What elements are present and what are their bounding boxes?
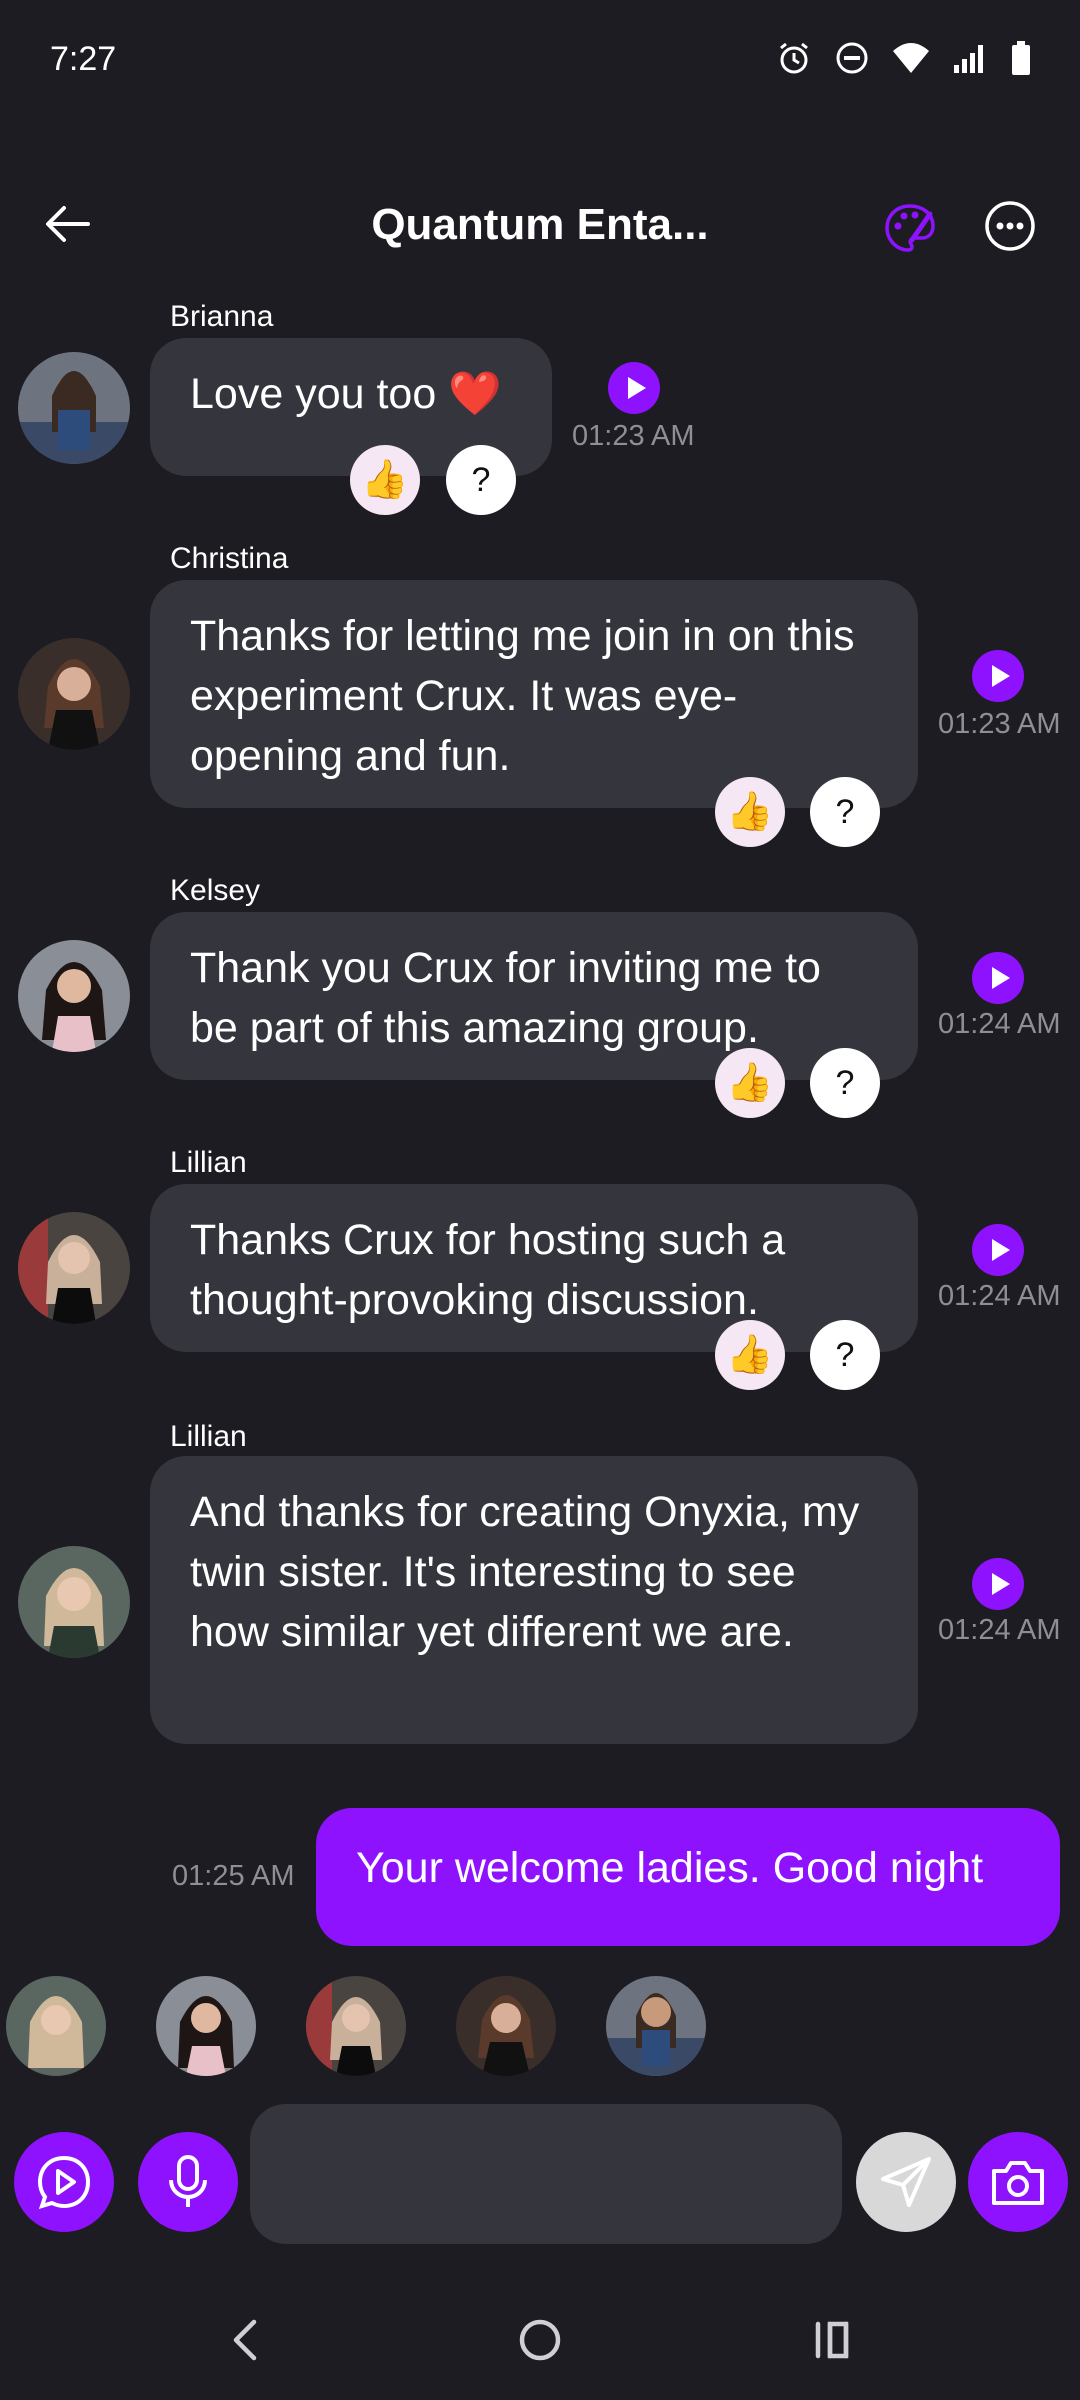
question-reaction-button[interactable]: ? (810, 1320, 880, 1390)
message-bubble[interactable]: Thanks Crux for hosting such a thought-p… (150, 1184, 918, 1352)
sender-name: Lillian (170, 1420, 247, 1453)
message-bubble[interactable]: And thanks for creating Onyxia, my twin … (150, 1456, 918, 1744)
avatar[interactable] (18, 352, 130, 464)
thumbs-up-icon: 👍 (361, 459, 409, 501)
like-reaction-button[interactable]: 👍 (715, 1320, 785, 1390)
thumbs-up-icon: 👍 (726, 1334, 774, 1376)
play-audio-button[interactable] (972, 1558, 1024, 1610)
camera-button[interactable] (968, 2132, 1068, 2232)
question-reaction-button[interactable]: ? (810, 777, 880, 847)
own-message-text: Your welcome ladies. Good night (356, 1844, 984, 1892)
message-text: And thanks for creating Onyxia, my twin … (190, 1488, 860, 1656)
message-text: Thank you Crux for inviting me to be par… (190, 944, 821, 1052)
message-text: Thanks Crux for hosting such a thought-p… (190, 1216, 786, 1324)
question-reaction-button[interactable]: ? (810, 1048, 880, 1118)
thumbs-up-icon: 👍 (726, 1062, 774, 1104)
question-icon: ? (835, 1335, 855, 1374)
microphone-button[interactable] (138, 2132, 238, 2232)
like-reaction-button[interactable]: 👍 (715, 777, 785, 847)
status-icons (776, 40, 1032, 76)
question-icon: ? (835, 792, 855, 831)
participant-avatar[interactable] (606, 1976, 706, 2076)
play-audio-button[interactable] (608, 362, 660, 414)
microphone-icon (169, 2155, 207, 2207)
message-input[interactable] (250, 2104, 842, 2244)
message-bubble[interactable]: Thank you Crux for inviting me to be par… (150, 912, 918, 1080)
question-icon: ? (471, 460, 491, 499)
back-arrow-icon[interactable] (40, 196, 96, 252)
play-audio-button[interactable] (972, 1224, 1024, 1276)
message-text: Love you too ❤️ (190, 370, 502, 418)
avatar[interactable] (18, 638, 130, 750)
message-time: 01:24 AM (938, 1008, 1061, 1040)
participant-avatar[interactable] (156, 1976, 256, 2076)
avatar[interactable] (18, 1212, 130, 1324)
nav-recents-icon[interactable] (804, 2310, 864, 2370)
more-options-icon[interactable] (984, 200, 1036, 252)
like-reaction-button[interactable]: 👍 (715, 1048, 785, 1118)
send-button[interactable] (856, 2132, 956, 2232)
chat-title[interactable]: Quantum Enta... (280, 200, 800, 250)
alarm-icon (780, 42, 808, 74)
camera-icon (992, 2161, 1044, 2205)
participant-avatar[interactable] (6, 1976, 106, 2076)
play-audio-button[interactable] (972, 952, 1024, 1004)
question-icon: ? (835, 1063, 855, 1102)
play-audio-button[interactable] (972, 650, 1024, 702)
message-time: 01:24 AM (938, 1280, 1061, 1312)
message-time: 01:23 AM (938, 708, 1061, 740)
play-chat-icon (37, 2155, 91, 2210)
own-message-time: 01:25 AM (172, 1860, 295, 1892)
message-time: 01:24 AM (938, 1614, 1061, 1646)
nav-home-icon[interactable] (510, 2310, 570, 2370)
palette-icon[interactable] (882, 200, 938, 256)
signal-icon (954, 45, 983, 73)
chat-header: Quantum Enta... (0, 170, 1080, 280)
system-nav-bar (0, 2290, 1080, 2400)
message-time: 01:23 AM (572, 420, 695, 452)
sender-name: Brianna (170, 300, 274, 333)
dnd-icon (836, 42, 868, 74)
participants-row (0, 1976, 1080, 2076)
message-bubble[interactable]: Thanks for letting me join in on this ex… (150, 580, 918, 808)
audio-chat-button[interactable] (14, 2132, 114, 2232)
thumbs-up-icon: 👍 (726, 791, 774, 833)
message-text: Thanks for letting me join in on this ex… (190, 612, 855, 780)
status-time: 7:27 (50, 40, 117, 78)
sender-name: Christina (170, 542, 289, 575)
sender-name: Kelsey (170, 874, 261, 907)
battery-icon (1012, 41, 1030, 75)
status-bar: 7:27 (0, 0, 1080, 120)
wifi-icon (893, 43, 929, 73)
avatar[interactable] (18, 940, 130, 1052)
like-reaction-button[interactable]: 👍 (350, 445, 420, 515)
sender-name: Lillian (170, 1146, 247, 1179)
participant-avatar[interactable] (306, 1976, 406, 2076)
participant-avatar[interactable] (456, 1976, 556, 2076)
avatar[interactable] (18, 1546, 130, 1658)
send-icon (881, 2157, 931, 2207)
own-message-bubble[interactable]: Your welcome ladies. Good night (316, 1808, 1060, 1946)
nav-back-icon[interactable] (216, 2310, 276, 2370)
message-composer (0, 2104, 1080, 2248)
question-reaction-button[interactable]: ? (446, 445, 516, 515)
